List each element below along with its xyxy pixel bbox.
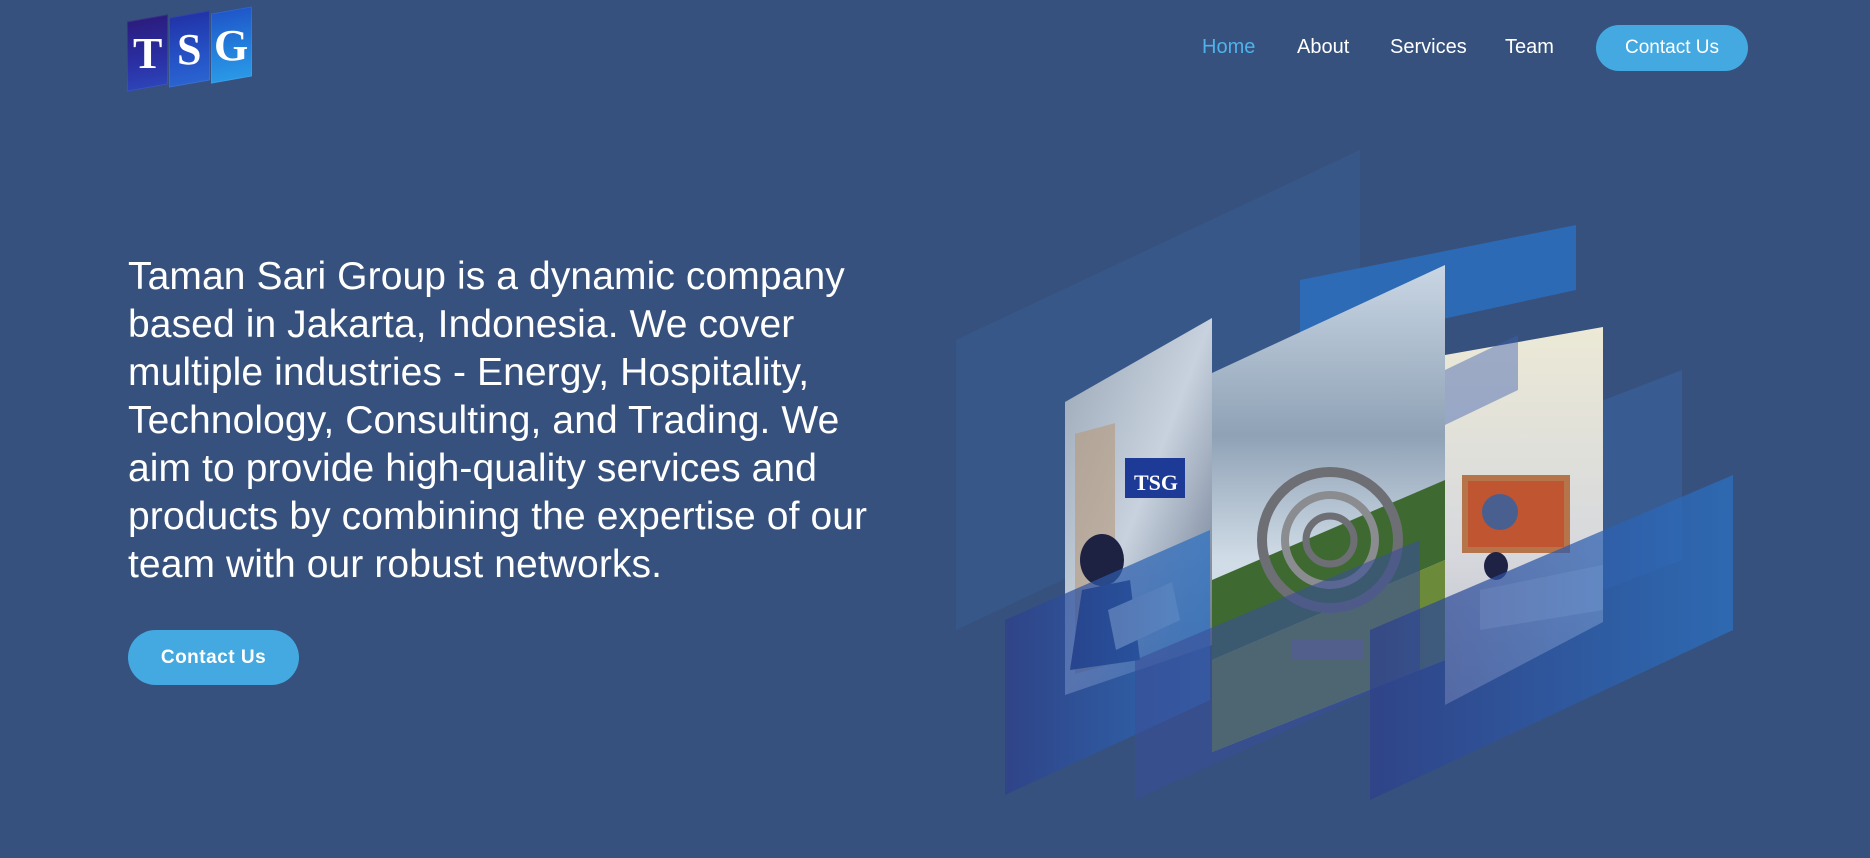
- nav-services-link[interactable]: Services: [1390, 36, 1467, 59]
- nav-contact-button[interactable]: Contact Us: [1596, 25, 1748, 71]
- hero-contact-button[interactable]: Contact Us: [128, 630, 299, 685]
- nav-home-link[interactable]: Home: [1202, 36, 1255, 59]
- nav-team-link[interactable]: Team: [1505, 36, 1554, 59]
- hero-line: Taman Sari Group is a dynamic company: [128, 255, 845, 298]
- nav-about-link[interactable]: About: [1297, 36, 1349, 59]
- hero-line: Technology, Consulting, and Trading. We: [128, 399, 840, 442]
- hero-line: aim to provide high-quality services and: [128, 447, 818, 490]
- hero-image-collage: TSG: [940, 140, 1740, 820]
- office-sign-text: TSG: [1134, 470, 1178, 495]
- hero-description: Taman Sari Group is a dynamic company ba…: [128, 253, 898, 589]
- hero-line: based in Jakarta, Indonesia. We cover: [128, 303, 795, 346]
- logo-tile-s: S: [169, 10, 210, 88]
- hero-line: team with our robust networks.: [128, 543, 663, 586]
- logo-tile-t: T: [127, 14, 168, 92]
- tsg-logo[interactable]: T S G: [127, 6, 255, 92]
- hero-line: products by combining the expertise of o…: [128, 495, 868, 538]
- hero-line: multiple industries - Energy, Hospitalit…: [128, 351, 810, 394]
- logo-tile-g: G: [211, 6, 252, 84]
